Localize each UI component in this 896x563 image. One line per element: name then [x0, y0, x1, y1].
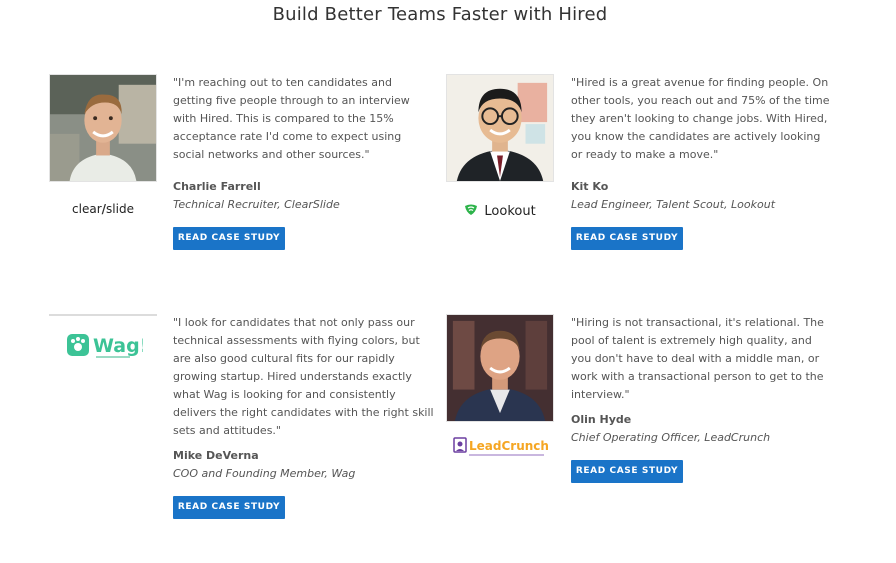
testimonial-quote: "Hiring is not transactional, it's relat… — [571, 316, 824, 401]
testimonial-quote: "I'm reaching out to ten candidates and … — [173, 76, 410, 161]
divider — [49, 314, 157, 316]
testimonial-name: Olin Hyde — [571, 413, 632, 426]
clearslide-logo: clear/slide — [72, 202, 134, 216]
lookout-shield-icon — [465, 204, 478, 215]
testimonial-name: Mike DeVerna — [173, 449, 259, 462]
read-case-study-button[interactable]: READ CASE STUDY — [571, 227, 683, 250]
testimonial-role: Technical Recruiter, ClearSlide — [173, 198, 340, 211]
testimonial-quote: "Hired is a great avenue for finding peo… — [571, 76, 830, 161]
testimonial-name: Charlie Farrell — [173, 180, 261, 193]
page-title: Build Better Teams Faster with Hired — [272, 4, 608, 25]
read-case-study-button[interactable]: READ CASE STUDY — [571, 460, 683, 483]
headshot-photo — [446, 74, 554, 182]
testimonial-role: Chief Operating Officer, LeadCrunch — [571, 431, 771, 444]
leadcrunch-logo: LeadCrunch — [446, 436, 554, 460]
read-case-study-button[interactable]: READ CASE STUDY — [173, 227, 285, 250]
testimonial-quote: "I look for candidates that not only pas… — [173, 316, 434, 437]
headshot-photo — [446, 314, 554, 422]
testimonial-name: Kit Ko — [571, 180, 609, 193]
read-case-study-button[interactable]: READ CASE STUDY — [173, 496, 285, 519]
headshot-photo — [49, 74, 157, 182]
testimonial-role: Lead Engineer, Talent Scout, Lookout — [571, 198, 776, 211]
svg-text:LeadCrunch: LeadCrunch — [469, 439, 548, 453]
wag-logo: Wag! — [49, 330, 157, 368]
svg-text:Wag!: Wag! — [93, 335, 143, 357]
lookout-logo: Lookout — [446, 204, 554, 219]
testimonial-role: COO and Founding Member, Wag — [173, 467, 356, 480]
